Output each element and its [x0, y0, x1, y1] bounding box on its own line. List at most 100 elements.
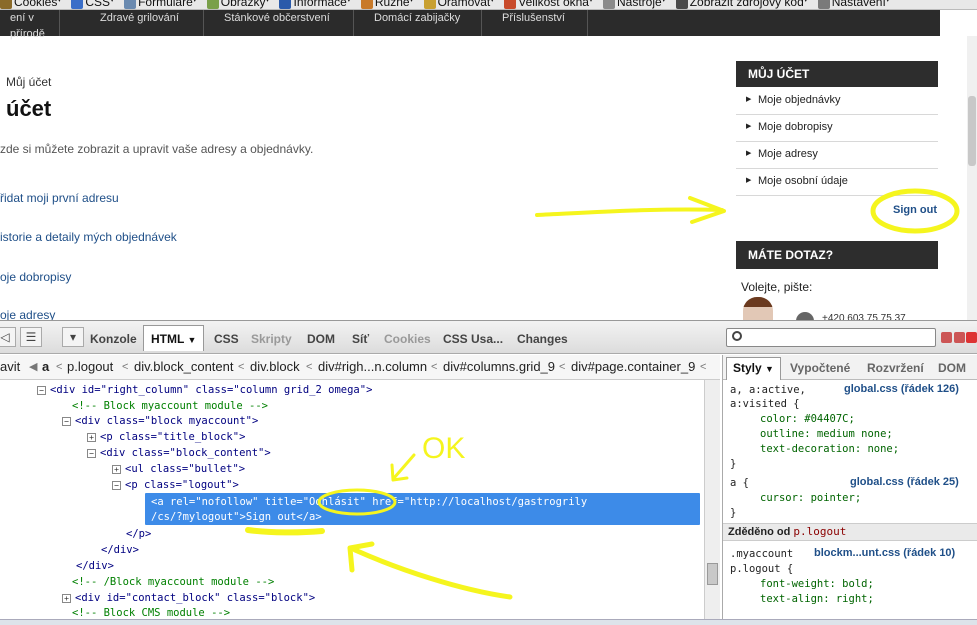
- bullet-triangle-icon: ▶: [746, 123, 752, 130]
- tree-node[interactable]: + <p class="title_block">: [87, 430, 245, 444]
- minimize-icon[interactable]: [941, 332, 952, 343]
- css-property[interactable]: outline: medium none;: [760, 427, 893, 441]
- inherited-header: Zděděno od p.logout: [723, 523, 977, 541]
- tab-dom[interactable]: DOM: [307, 332, 335, 346]
- toolbar-menu-label: Obrázky: [220, 0, 266, 9]
- css-property[interactable]: text-align: right;: [760, 592, 874, 606]
- path-segment[interactable]: div.block_content: [134, 355, 234, 379]
- tree-close-tag: </p>: [126, 528, 152, 540]
- expand-icon[interactable]: +: [62, 593, 71, 603]
- path-segment[interactable]: p.logout: [67, 355, 113, 379]
- path-segment[interactable]: div#columns.grid_9: [443, 355, 555, 379]
- style-panel: Styly ▼ Vypočtené Rozvržení DOM a, a:act…: [722, 355, 977, 625]
- toolbar-menu[interactable]: Nástroje▾: [603, 0, 666, 9]
- resize-icon: [504, 0, 517, 9]
- tab-dom-side[interactable]: DOM: [938, 361, 966, 375]
- account-menu-item[interactable]: ▶ Moje objednávky: [736, 88, 938, 115]
- selected-node[interactable]: <a rel="nofollow" title="Odhlásit" href=…: [145, 493, 700, 525]
- bullet-triangle-icon: ▶: [746, 150, 752, 157]
- path-segment[interactable]: a: [42, 355, 49, 379]
- path-segment[interactable]: div.block: [250, 355, 300, 379]
- expand-icon[interactable]: +: [112, 464, 121, 474]
- toolbar-menu[interactable]: Zobrazit zdrojový kód▾: [675, 0, 808, 9]
- nav-tab[interactable]: Stánkové občerstvení: [204, 10, 354, 36]
- tree-node[interactable]: + <div id="contact_block" class="block">: [62, 591, 315, 605]
- tab-scripts[interactable]: Skripty: [251, 332, 292, 346]
- scrollbar-thumb[interactable]: [707, 563, 718, 585]
- style-panel-tabs: Styly ▼ Vypočtené Rozvržení DOM: [723, 355, 977, 380]
- css-property[interactable]: color: #04407C;: [760, 412, 855, 426]
- toolbar-menu[interactable]: Formuláře▾: [124, 0, 197, 9]
- tree-node[interactable]: − <p class="logout">: [112, 478, 239, 492]
- path-segment[interactable]: div#page.container_9: [571, 355, 695, 379]
- toolbar-menu[interactable]: Nastavení▾: [817, 0, 890, 9]
- account-menu-item[interactable]: ▶ Moje adresy: [736, 142, 938, 169]
- tree-node[interactable]: + <ul class="bullet">: [112, 462, 245, 476]
- page-scrollbar[interactable]: [967, 36, 977, 320]
- toolbar-menu[interactable]: CSS▾: [71, 0, 114, 9]
- scrollbar-thumb[interactable]: [968, 96, 976, 166]
- nav-tab[interactable]: Domácí zabijačky: [354, 10, 482, 36]
- nav-tab[interactable]: ení v přírodě: [0, 10, 60, 40]
- toolbar-menu[interactable]: Orámovat▾: [423, 0, 494, 9]
- tree-node[interactable]: − <div class="block myaccount">: [62, 414, 258, 428]
- collapse-icon[interactable]: −: [112, 480, 121, 490]
- tab-net[interactable]: Síť: [352, 332, 369, 346]
- web-developer-toolbar: Cookies▾CSS▾Formuláře▾Obrázky▾Informace▾…: [0, 0, 977, 10]
- expand-icon[interactable]: +: [87, 432, 96, 442]
- tree-node-text: <div id="contact_block" class="block">: [75, 592, 316, 604]
- close-icon[interactable]: [966, 332, 977, 343]
- rule-source-link[interactable]: global.css (řádek 25): [850, 476, 959, 488]
- collapse-icon[interactable]: −: [37, 385, 46, 395]
- nav-tab[interactable]: Příslušenství: [482, 10, 588, 36]
- order-history-link[interactable]: istorie a detaily mých objednávek: [0, 230, 177, 244]
- inherited-target[interactable]: p.logout: [793, 525, 846, 538]
- rule-close: }: [730, 507, 737, 519]
- path-segment[interactable]: div#righ...n.column: [318, 355, 427, 379]
- toolbar-menu-label: Zobrazit zdrojový kód: [689, 0, 804, 9]
- chevron-down-icon: ▾: [490, 0, 494, 4]
- sign-out-link[interactable]: Sign out: [893, 204, 937, 216]
- dropdown-icon[interactable]: ▾: [62, 327, 84, 347]
- tab-console[interactable]: Konzole: [90, 332, 137, 346]
- path-scroll-icon[interactable]: <: [700, 355, 706, 379]
- css-property[interactable]: font-weight: bold;: [760, 577, 874, 591]
- tab-styles[interactable]: Styly ▼: [726, 357, 781, 380]
- tab-styles-label: Styly: [733, 361, 762, 375]
- account-menu-item[interactable]: ▶ Moje dobropisy: [736, 115, 938, 142]
- toolbar-menu[interactable]: Cookies▾: [0, 0, 61, 9]
- search-input[interactable]: [726, 328, 936, 347]
- collapse-icon[interactable]: −: [87, 448, 96, 458]
- nav-tab[interactable]: Zdravé grilování: [60, 10, 204, 36]
- toolbar-menu[interactable]: Různé▾: [360, 0, 414, 9]
- forms-icon: [124, 0, 137, 9]
- html-tree-scrollbar[interactable]: [704, 380, 720, 625]
- path-separator-icon: <: [559, 361, 566, 373]
- toolbar-menu[interactable]: Velikost okna▾: [504, 0, 593, 9]
- css-property[interactable]: cursor: pointer;: [760, 491, 861, 505]
- add-address-link[interactable]: řidat moji první adresu: [0, 191, 119, 205]
- toolbar-menu[interactable]: Obrázky▾: [206, 0, 269, 9]
- css-property[interactable]: text-decoration: none;: [760, 442, 899, 456]
- tab-cookies[interactable]: Cookies: [384, 332, 431, 346]
- tab-changes[interactable]: Changes: [517, 332, 568, 346]
- toolbar-menu-label: Cookies: [14, 0, 58, 9]
- menu-icon[interactable]: ☰: [20, 327, 42, 347]
- credit-slips-link[interactable]: oje dobropisy: [0, 270, 71, 284]
- rule-source-link[interactable]: global.css (řádek 126): [844, 383, 959, 395]
- tab-computed[interactable]: Vypočtené: [790, 361, 850, 375]
- toolbar-menu[interactable]: Informace▾: [279, 0, 351, 9]
- rule-source-link[interactable]: blockm...unt.css (řádek 10): [814, 547, 955, 559]
- tree-node[interactable]: − <div id="right_column" class="column gr…: [37, 383, 372, 397]
- tree-node[interactable]: − <div class="block_content">: [87, 446, 271, 460]
- tab-layout[interactable]: Rozvržení: [867, 361, 924, 375]
- detach-icon[interactable]: [954, 332, 965, 343]
- tab-html[interactable]: HTML ▼: [143, 325, 205, 351]
- toolbar-menu-label: Informace: [293, 0, 347, 9]
- path-segment[interactable]: avit: [0, 355, 20, 379]
- tab-css[interactable]: CSS: [214, 332, 239, 346]
- account-menu-item[interactable]: ▶ Moje osobní údaje: [736, 169, 938, 196]
- tab-css-usage[interactable]: CSS Usa...: [443, 332, 503, 346]
- inspect-arrow-icon[interactable]: ◁: [0, 327, 16, 347]
- collapse-icon[interactable]: −: [62, 416, 71, 426]
